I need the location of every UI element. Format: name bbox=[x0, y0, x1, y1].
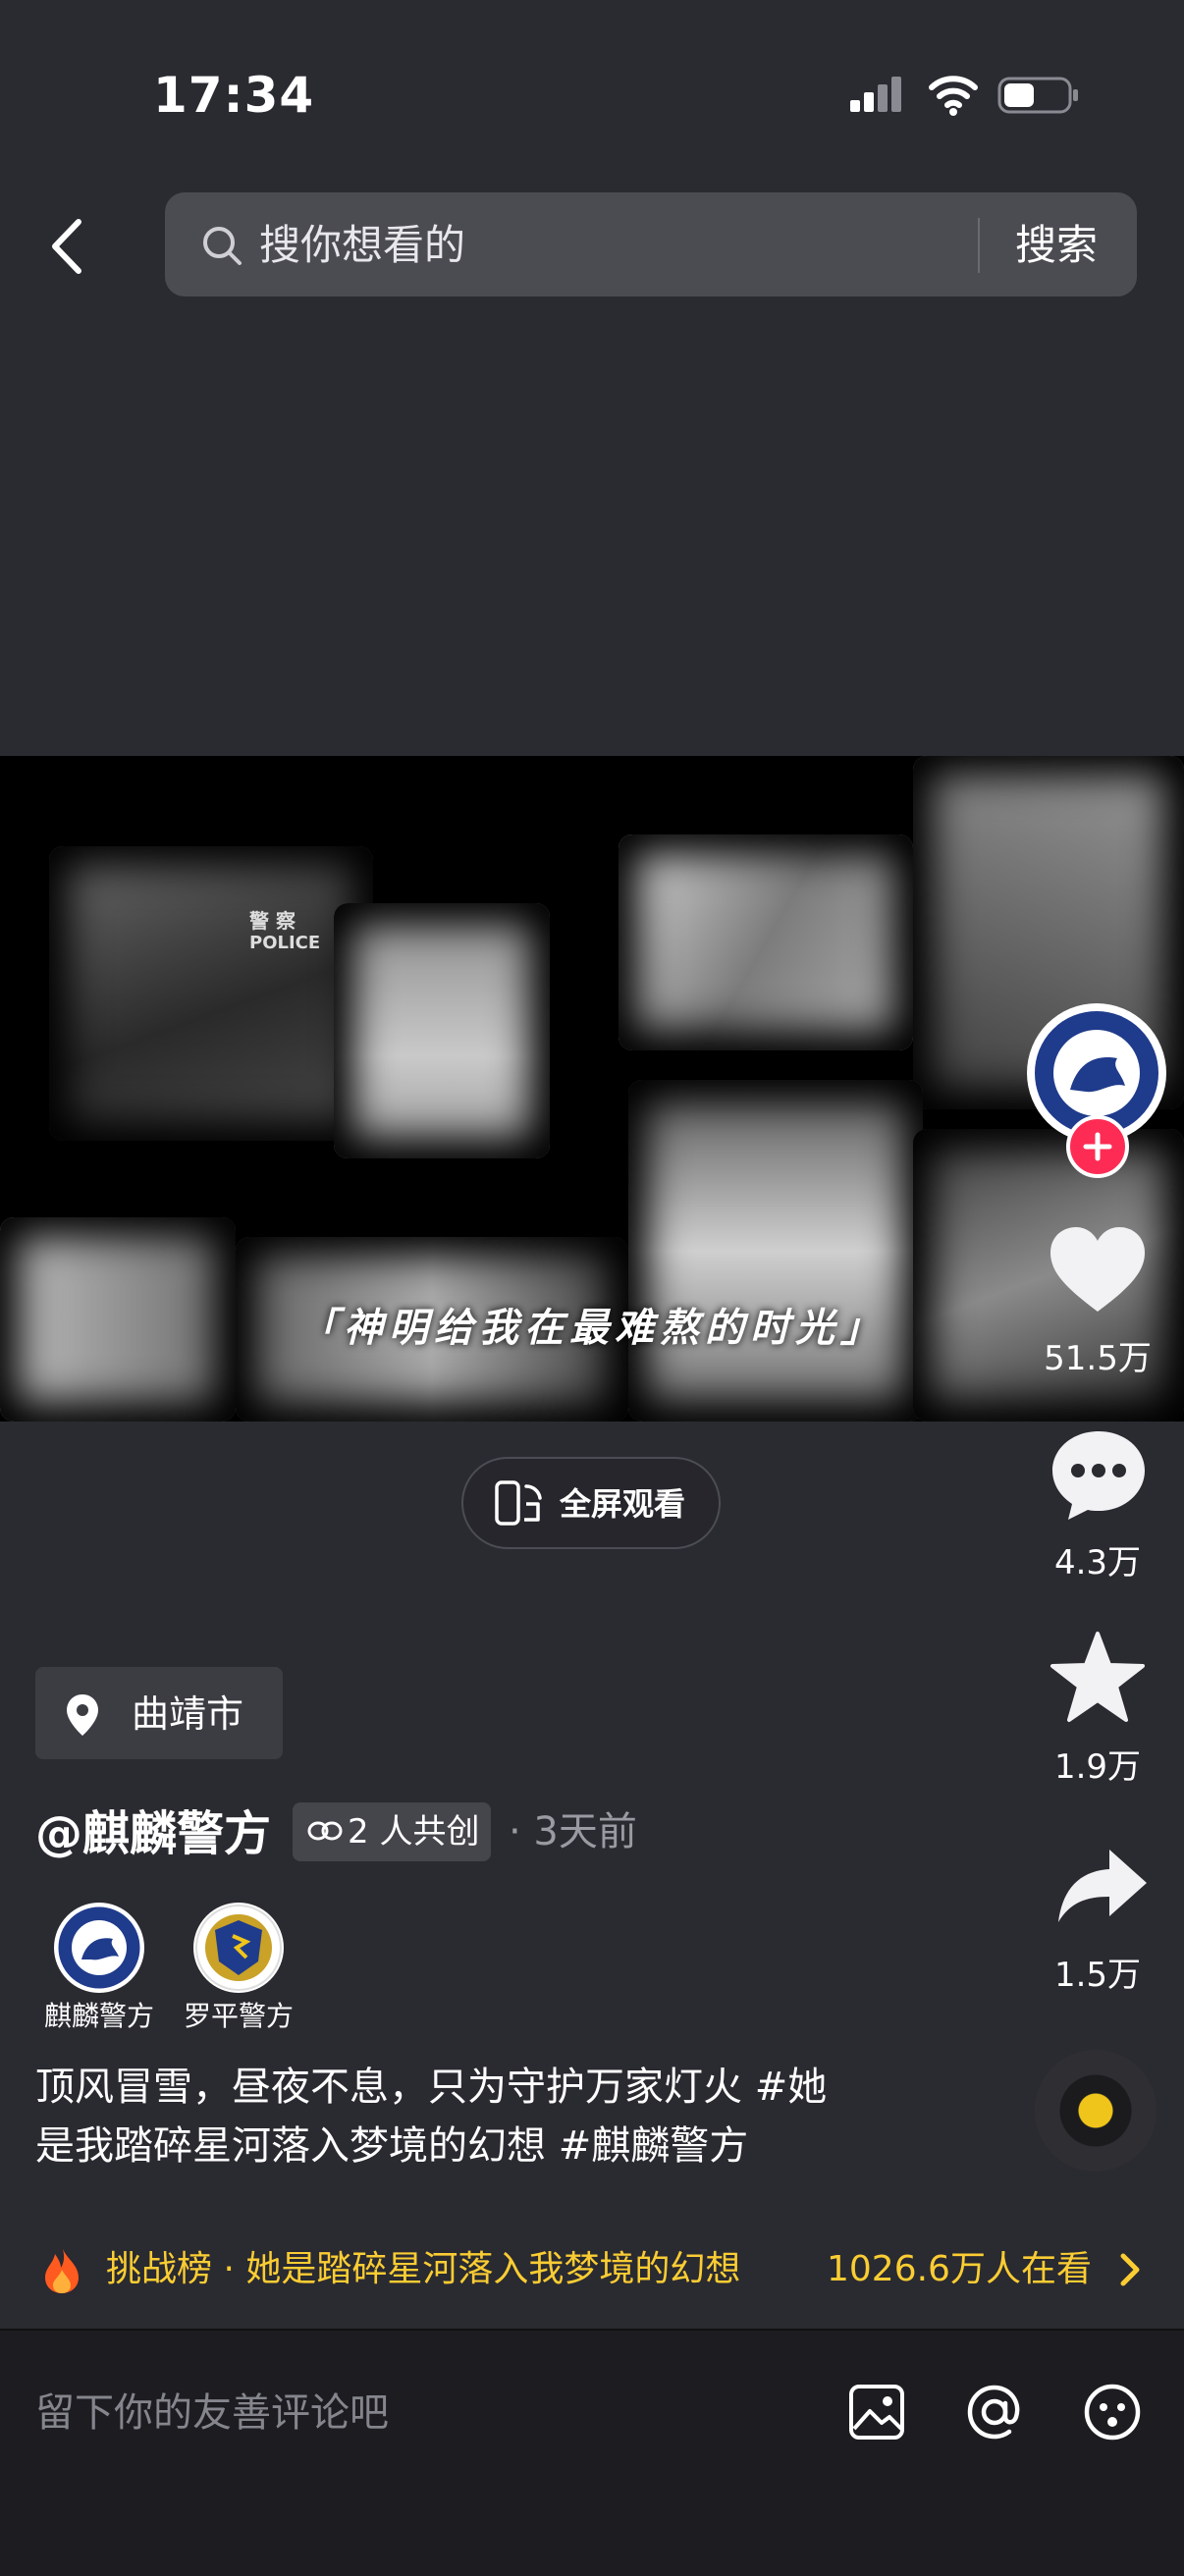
status-time: 17:34 bbox=[153, 67, 315, 124]
uniform-text-cn: 警 察 bbox=[249, 909, 296, 933]
mention-icon[interactable] bbox=[964, 2382, 1025, 2442]
video-description: 顶风冒雪，昼夜不息，只为守护万家灯火 #她 是我踏碎星河落入梦境的幻想 #麒麟警… bbox=[35, 2058, 919, 2175]
like-heart-icon[interactable] bbox=[1047, 1225, 1149, 1315]
share-arrow-icon[interactable] bbox=[1054, 1846, 1149, 1926]
cellular-signal-icon bbox=[850, 77, 901, 112]
cocreator-avatar-2[interactable] bbox=[193, 1903, 284, 1993]
video-tile-officer-cap bbox=[628, 1080, 923, 1422]
author-name[interactable]: @麒麟警方 bbox=[35, 1804, 271, 1863]
like-count: 51.5万 bbox=[1044, 1339, 1152, 1378]
search-input[interactable]: 搜你想看的 bbox=[259, 216, 465, 275]
music-disc-icon[interactable] bbox=[1035, 2050, 1157, 2172]
video-caption: 「神明给我在最难熬的时光」 bbox=[298, 1305, 886, 1351]
battery-icon bbox=[997, 77, 1078, 114]
video-tile-running-officer bbox=[334, 903, 550, 1158]
video-tile-street-scene bbox=[619, 834, 913, 1050]
image-icon[interactable] bbox=[846, 2382, 907, 2442]
emoji-icon[interactable] bbox=[1082, 2382, 1143, 2442]
cocreator-name-2: 罗平警方 bbox=[183, 2000, 294, 2032]
follow-button[interactable] bbox=[1066, 1115, 1129, 1178]
police-emblem-icon bbox=[55, 1904, 143, 1992]
favorite-count: 1.9万 bbox=[1053, 1747, 1142, 1787]
search-divider bbox=[978, 218, 980, 273]
challenge-title: 挑战榜 · 她是踏碎星河落入我梦境的幻想 bbox=[106, 2249, 741, 2289]
video-tile-police-back bbox=[49, 846, 373, 1141]
comment-bubble-icon[interactable] bbox=[1049, 1427, 1149, 1522]
comment-input[interactable]: 留下你的友善评论吧 bbox=[35, 2386, 389, 2441]
plus-icon bbox=[1083, 1132, 1112, 1161]
search-button[interactable]: 搜索 bbox=[1015, 216, 1098, 275]
description-line-1: 顶风冒雪，昼夜不息，只为守护万家灯火 #她 bbox=[35, 2065, 828, 2110]
wifi-icon bbox=[929, 76, 978, 116]
location-pin-icon bbox=[67, 1694, 98, 1736]
fullscreen-label: 全屏观看 bbox=[560, 1485, 686, 1523]
comment-bar bbox=[0, 2329, 1184, 2576]
rotate-screen-icon bbox=[495, 1480, 542, 1526]
link-icon bbox=[307, 1821, 343, 1841]
favorite-star-icon[interactable] bbox=[1049, 1630, 1147, 1724]
uniform-text: POLICE bbox=[249, 933, 321, 953]
cocreator-avatar-1[interactable] bbox=[54, 1903, 144, 1993]
description-line-2: 是我踏碎星河落入梦境的幻想 #麒麟警方 bbox=[35, 2123, 749, 2169]
back-arrow-icon[interactable] bbox=[43, 216, 92, 277]
comment-count: 4.3万 bbox=[1053, 1543, 1142, 1583]
share-count: 1.5万 bbox=[1053, 1956, 1142, 1995]
challenge-viewers: 1026.6万人在看 bbox=[827, 2249, 1092, 2289]
chevron-right-icon[interactable] bbox=[1115, 2250, 1145, 2289]
post-time: · 3天前 bbox=[509, 1809, 637, 1854]
police-badge-icon bbox=[195, 1905, 282, 1991]
location-label: 曲靖市 bbox=[132, 1692, 244, 1736]
cocreate-label: 2 人共创 bbox=[348, 1812, 480, 1852]
search-icon bbox=[203, 227, 242, 265]
flame-icon bbox=[45, 2246, 79, 2293]
